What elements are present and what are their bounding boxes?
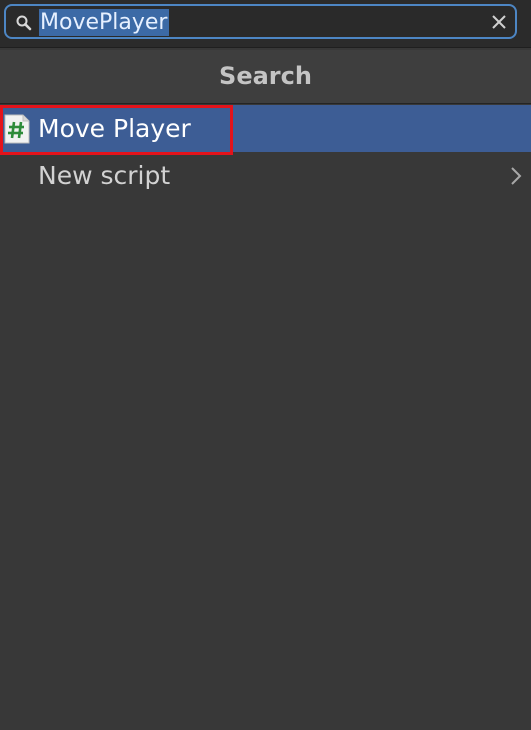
csharp-script-icon: [4, 114, 30, 144]
search-input[interactable]: MovePlayer: [4, 4, 517, 39]
search-bar: MovePlayer: [0, 0, 531, 48]
result-new-script[interactable]: New script: [0, 152, 531, 199]
search-icon: [16, 15, 32, 31]
close-icon[interactable]: [490, 13, 508, 31]
result-label: Move Player: [38, 114, 191, 143]
result-label: New script: [38, 161, 171, 190]
search-header-title: Search: [0, 50, 531, 104]
chevron-right-icon: [511, 167, 522, 185]
search-results-list: Move Player New script: [0, 105, 531, 199]
search-input-value[interactable]: MovePlayer: [39, 9, 170, 36]
add-component-panel: MovePlayer Search Move Player New script: [0, 0, 531, 730]
result-move-player[interactable]: Move Player: [0, 105, 531, 155]
